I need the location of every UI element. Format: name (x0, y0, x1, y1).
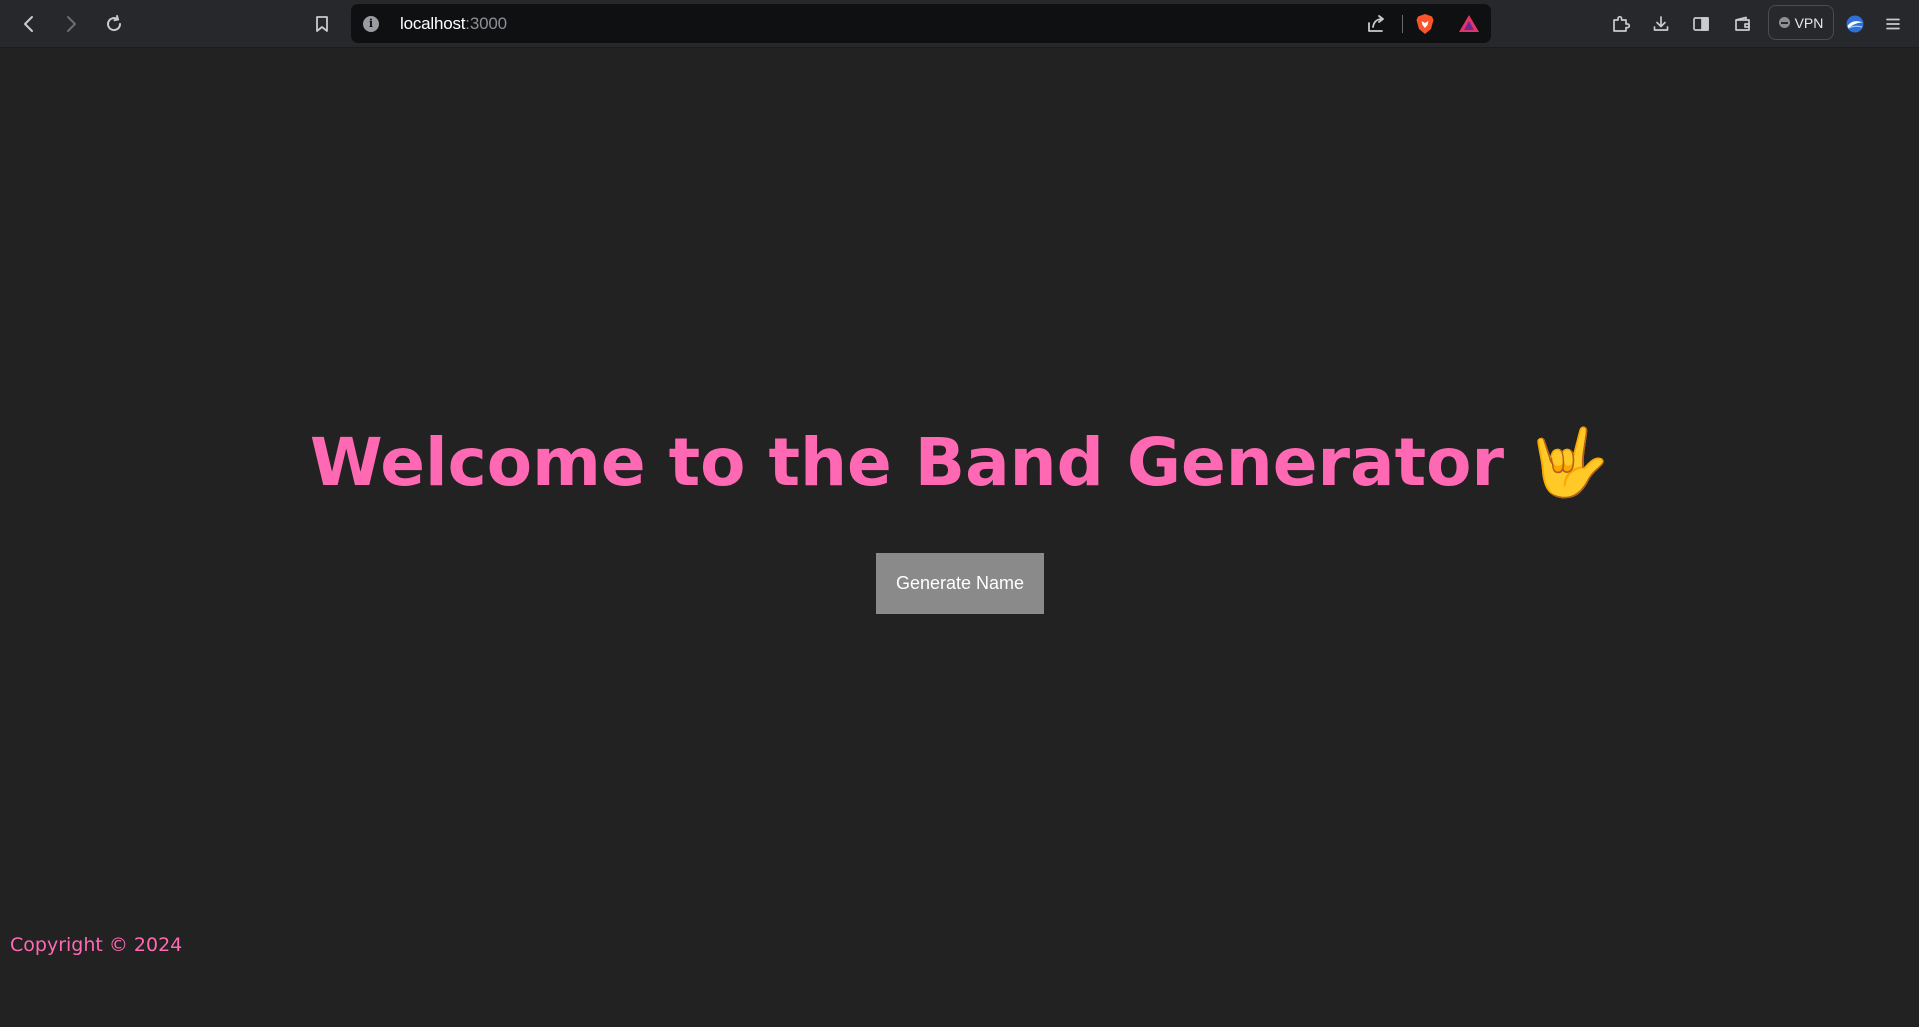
menu-icon[interactable] (1879, 10, 1907, 38)
url-separator (1402, 15, 1403, 33)
share-icon[interactable] (1365, 13, 1387, 35)
url-port: :3000 (465, 14, 507, 33)
address-bar[interactable]: i localhost:3000 (351, 4, 1491, 43)
browser-toolbar: i localhost:3000 VPN (0, 0, 1919, 48)
forward-icon[interactable] (57, 10, 85, 38)
generate-name-button[interactable]: Generate Name (876, 553, 1044, 614)
bookmark-icon[interactable] (308, 10, 336, 38)
downloads-icon[interactable] (1647, 10, 1675, 38)
site-info-icon[interactable]: i (363, 16, 379, 32)
vpn-button[interactable]: VPN (1768, 5, 1834, 40)
brave-shields-icon[interactable] (1414, 13, 1436, 35)
footer-copyright: Copyright © 2024 (10, 934, 183, 956)
url-host: localhost (400, 14, 466, 33)
vpn-label: VPN (1794, 14, 1824, 31)
back-icon[interactable] (15, 10, 43, 38)
page-title: Welcome to the Band Generator 🤟 (309, 424, 1610, 501)
brave-rewards-icon[interactable] (1458, 13, 1480, 35)
vpn-status-icon (1778, 17, 1790, 28)
sidebar-icon[interactable] (1687, 10, 1715, 38)
url-text[interactable]: localhost:3000 (400, 14, 507, 34)
wallet-icon[interactable] (1729, 10, 1757, 38)
extensions-icon[interactable] (1607, 10, 1635, 38)
reload-icon[interactable] (100, 10, 128, 38)
page-content (0, 48, 1919, 1027)
leo-ai-icon[interactable] (1841, 10, 1869, 38)
